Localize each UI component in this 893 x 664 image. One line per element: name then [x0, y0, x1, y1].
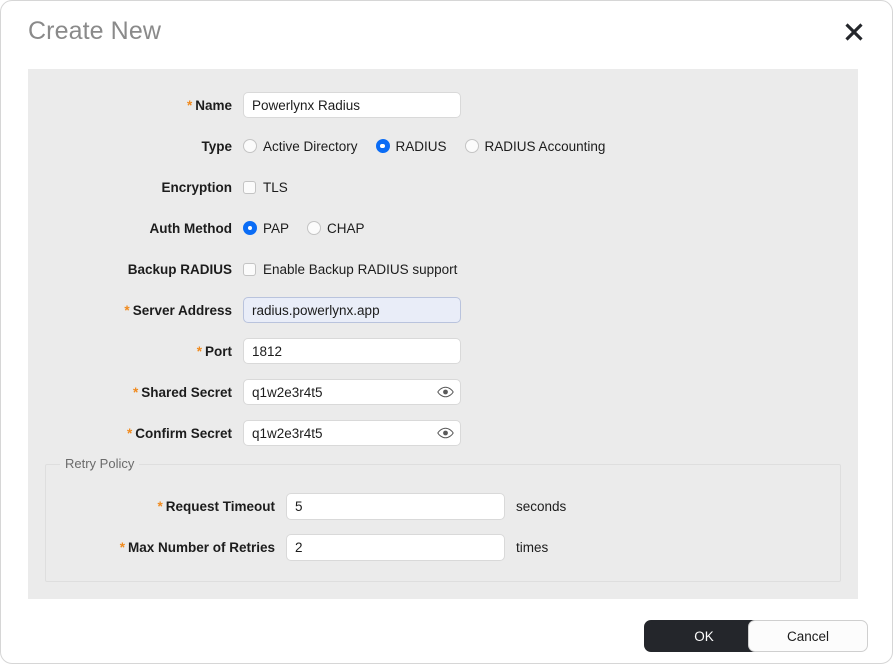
label-request-timeout: * Request Timeout: [157, 498, 275, 514]
label-port: * Port: [196, 343, 232, 359]
cancel-button[interactable]: Cancel: [748, 620, 868, 652]
shared-secret-reveal-button[interactable]: [437, 385, 454, 399]
required-asterisk: *: [196, 343, 202, 359]
retry-policy-fieldset: Retry Policy *Request Timeout seconds *M…: [45, 456, 842, 582]
create-new-dialog: Create New *Name Type: [0, 0, 893, 664]
label-max-retries: * Max Number of Retries: [119, 539, 275, 555]
shared-secret-wrap: [243, 379, 461, 405]
server-address-input[interactable]: [243, 297, 461, 323]
retry-policy-legend: Retry Policy: [60, 456, 140, 471]
required-asterisk: *: [119, 539, 125, 555]
shared-secret-input[interactable]: [243, 379, 461, 405]
required-asterisk: *: [124, 302, 130, 318]
label-shared-secret: * Shared Secret: [132, 384, 232, 400]
radio-indicator: [243, 221, 257, 235]
radio-label: PAP: [263, 220, 290, 236]
field-row-shared-secret: * Shared Secret: [28, 379, 858, 405]
confirm-secret-input[interactable]: [243, 420, 461, 446]
radio-option-active-directory[interactable]: Active Directory: [243, 139, 358, 154]
radio-option-radius[interactable]: RADIUS: [375, 138, 447, 154]
field-row-auth-method: Auth Method PAP CHAP: [28, 215, 858, 241]
label-confirm-secret: * Confirm Secret: [126, 425, 232, 441]
radio-label: RADIUS: [395, 138, 447, 154]
radio-indicator: [243, 139, 257, 153]
dialog-footer: OK Cancel: [1, 599, 892, 663]
label-server-address: * Server Address: [124, 302, 232, 318]
field-row-backup-radius: Backup RADIUS Enable Backup RADIUS suppo…: [28, 256, 858, 282]
close-button[interactable]: [840, 18, 868, 46]
radio-label: RADIUS Accounting: [484, 138, 606, 154]
label-backup-radius: Backup RADIUS: [127, 261, 232, 277]
required-asterisk: *: [126, 425, 133, 441]
required-asterisk: *: [157, 498, 163, 514]
field-row-server-address: * Server Address: [28, 297, 858, 323]
max-retries-unit: times: [516, 539, 549, 555]
field-row-type: Type Active Directory RADIUS RADIUS Acco…: [28, 133, 858, 159]
ok-button[interactable]: OK: [644, 620, 764, 652]
label-name: * Name: [186, 97, 232, 113]
checkbox-option-tls[interactable]: TLS: [243, 180, 288, 195]
field-row-name: * Name: [28, 92, 858, 118]
radio-indicator: [307, 221, 322, 235]
radio-option-chap[interactable]: CHAP: [307, 221, 365, 236]
label-type: Type: [201, 138, 232, 154]
dialog-header: Create New: [1, 1, 892, 69]
confirm-secret-wrap: [243, 420, 461, 446]
field-row-request-timeout: *Request Timeout seconds: [46, 492, 842, 520]
confirm-secret-reveal-button[interactable]: [437, 426, 454, 440]
request-timeout-input[interactable]: [286, 492, 505, 520]
radio-indicator: [464, 139, 479, 153]
label-auth-method: Auth Method: [149, 220, 232, 236]
checkbox-option-enable-backup-radius[interactable]: Enable Backup RADIUS support: [243, 262, 457, 277]
eye-icon: [437, 386, 454, 398]
max-retries-input[interactable]: [286, 533, 505, 561]
radio-label: Active Directory: [263, 138, 358, 154]
checkbox-indicator: [243, 262, 256, 276]
checkbox-label: Enable Backup RADIUS support: [263, 261, 458, 277]
radio-option-pap[interactable]: PAP: [243, 221, 289, 236]
checkbox-label: TLS: [263, 179, 288, 195]
field-row-confirm-secret: * Confirm Secret: [28, 420, 858, 446]
form-panel: *Name Type Active Directory RADIU: [28, 69, 858, 599]
radio-indicator: [375, 139, 390, 153]
required-asterisk: *: [186, 97, 193, 113]
field-row-encryption: Encryption TLS: [28, 174, 858, 200]
dialog-title: Create New: [28, 17, 161, 45]
required-asterisk: *: [132, 384, 139, 400]
type-radio-group: Active Directory RADIUS RADIUS Accountin…: [243, 139, 605, 154]
port-input[interactable]: [243, 338, 461, 364]
radio-label: CHAP: [327, 220, 365, 236]
close-x-icon: [843, 21, 865, 43]
eye-icon: [437, 427, 454, 439]
name-input[interactable]: [243, 92, 461, 118]
request-timeout-unit: seconds: [516, 498, 567, 514]
field-row-max-retries: *Max Number of Retries times: [46, 533, 842, 561]
label-encryption: Encryption: [161, 179, 232, 195]
radio-option-radius-accounting[interactable]: RADIUS Accounting: [464, 138, 606, 154]
checkbox-indicator: [243, 180, 256, 194]
auth-method-radio-group: PAP CHAP: [243, 221, 365, 236]
field-row-port: * Port: [28, 338, 858, 364]
